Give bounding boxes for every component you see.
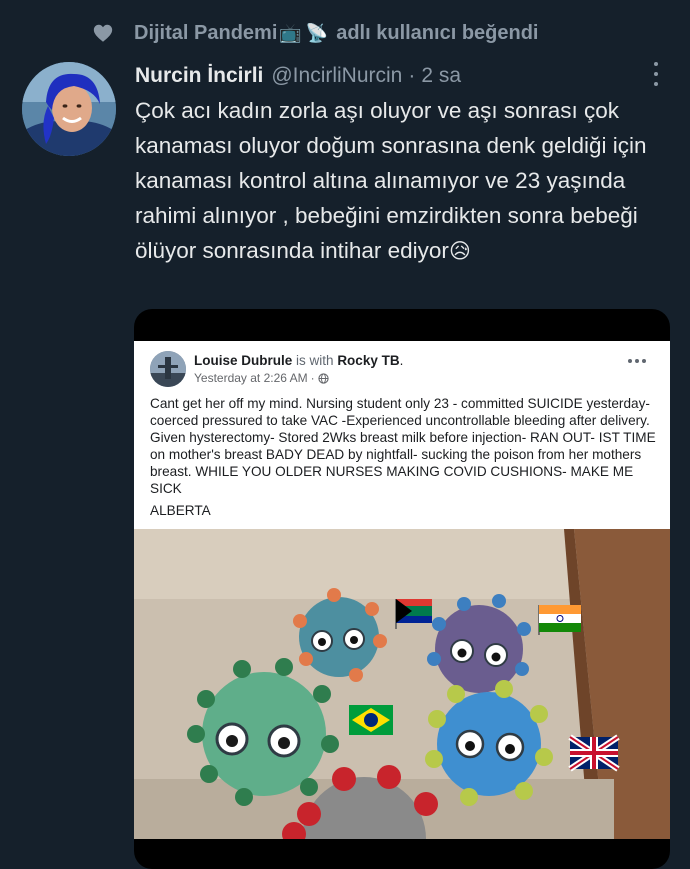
social-context[interactable]: Dijital Pandemi 📺 📡 adlı kullanıcı beğen… [92,16,538,50]
tweet-header: Nurcin İncirli @IncirliNurcin · 2 sa [135,60,660,92]
tweet-text: Çok acı kadın zorla aşı oluyor ve aşı so… [135,93,675,269]
embedded-facebook-post: Louise Dubrule is with Rocky TB. Yesterd… [134,341,670,839]
avatar-image [22,62,116,156]
fb-tagged-name: Rocky TB [337,353,400,368]
more-horizontal-icon [628,359,646,363]
sad-face-emoji: 😥 [448,240,471,263]
fb-location: ALBERTA [150,503,211,518]
fb-timestamp: Yesterday at 2:26 AM [194,371,308,385]
author-avatar[interactable] [22,62,116,156]
tweet-text-content: Çok acı kadın zorla aşı oluyor ve aşı so… [135,98,647,263]
fb-author-line: Louise Dubrule is with Rocky TB. [194,353,403,368]
fb-timestamp-line: Yesterday at 2:26 AM · [194,371,403,385]
india-flag [538,605,581,635]
tweet-media[interactable]: Louise Dubrule is with Rocky TB. Yesterd… [134,309,670,869]
author-handle[interactable]: @IncirliNurcin [271,64,402,88]
fb-author-name: Louise Dubrule [194,353,293,368]
crochet-virus-illustration [134,529,670,839]
tweet-timestamp[interactable]: 2 sa [421,64,461,88]
fb-timestamp-sep: · [310,371,315,385]
author-name[interactable]: Nurcin İncirli [135,64,263,88]
fb-avatar [150,351,186,387]
liked-suffix: adlı kullanıcı beğendi [336,21,539,44]
tv-emoji: 📺 [279,22,302,43]
liker-name[interactable]: Dijital Pandemi [134,22,277,45]
fb-meta: Louise Dubrule is with Rocky TB. Yesterd… [194,353,403,385]
brazil-flag [349,705,393,735]
fb-post-header: Louise Dubrule is with Rocky TB. Yesterd… [150,350,403,388]
fb-post-text: Cant get her off my mind. Nursing studen… [150,396,656,496]
dot-separator: · [408,64,416,87]
liked-by-text: Dijital Pandemi 📺 📡 adlı kullanıcı beğen… [134,22,538,45]
crochet-virus-photo [134,529,670,839]
fb-with-text: is with [296,353,334,368]
satellite-emoji: 📡 [305,22,329,43]
fb-period: . [399,353,404,368]
globe-icon [318,372,329,384]
uk-flag [568,734,620,772]
fb-avatar-image [150,351,186,387]
heart-icon [93,24,113,42]
more-vertical-icon[interactable] [650,62,662,86]
